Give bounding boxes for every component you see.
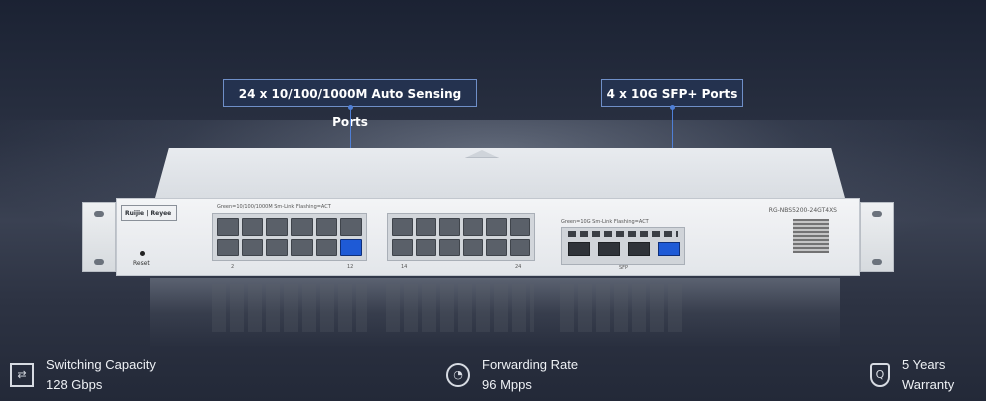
- rj45-led-legend: Green=10/100/1000M Sm-Link Flashing=ACT: [217, 204, 331, 210]
- rj45-port: [509, 238, 530, 256]
- rj45-port: [439, 218, 460, 236]
- feature-title: Switching Capacity: [46, 357, 156, 372]
- rj45-ports-callout: 24 x 10/100/1000M Auto Sensing Ports: [223, 79, 477, 129]
- rj45-port: [486, 238, 507, 256]
- rj45-port: [486, 218, 507, 236]
- rj45-port-highlighted: [340, 238, 362, 256]
- rj45-port: [415, 218, 436, 236]
- rj45-port: [217, 218, 239, 236]
- sfp-port-group: [561, 227, 685, 265]
- lid-marker: [465, 150, 499, 158]
- switching-icon: ⇄: [10, 363, 34, 387]
- feature-value: Warranty: [902, 377, 955, 392]
- rj45-port: [315, 238, 338, 256]
- shield-icon: Q: [870, 363, 890, 387]
- sfp-ports-callout-label: 4 x 10G SFP+ Ports: [606, 87, 738, 101]
- reset-label: Reset: [133, 260, 150, 267]
- speedometer-icon: ◔: [446, 363, 470, 387]
- reflection-ports: [560, 284, 684, 332]
- reset-button: [140, 251, 145, 256]
- feature-title: Forwarding Rate: [482, 357, 579, 372]
- feature-value: 96 Mpps: [482, 377, 532, 392]
- rj45-port: [241, 218, 264, 236]
- rj45-port: [290, 238, 313, 256]
- sfp-led-row: [568, 231, 678, 237]
- ear-hole: [94, 259, 104, 265]
- rj45-port: [266, 238, 288, 256]
- rj45-port: [415, 238, 436, 256]
- port-number-label: 2: [231, 264, 235, 270]
- rj45-port: [290, 218, 313, 236]
- left-rack-ear: [82, 202, 116, 272]
- rj45-port: [462, 218, 483, 236]
- rj45-port: [241, 238, 264, 256]
- rj45-port-group-left: [212, 213, 367, 261]
- switch-top-cover: [155, 148, 845, 198]
- reflection-ports: [386, 284, 534, 332]
- rj45-port: [315, 218, 338, 236]
- sfp-port: [628, 242, 650, 256]
- rj45-callout-dot: [348, 105, 353, 110]
- right-rack-ear: [860, 202, 894, 272]
- rj45-port: [439, 238, 460, 256]
- port-number-label: 24: [515, 264, 522, 270]
- reflection-ports: [212, 284, 367, 332]
- qr-code: [793, 219, 829, 253]
- ear-hole: [94, 211, 104, 217]
- feature-switching-capacity: ⇄ Switching Capacity 128 Gbps: [10, 355, 156, 395]
- feature-value: 128 Gbps: [46, 377, 103, 392]
- sfp-port: [598, 242, 620, 256]
- sfp-port: [568, 242, 590, 256]
- sfp-ports-callout: 4 x 10G SFP+ Ports: [601, 79, 743, 107]
- sfp-label: SFP: [619, 265, 629, 271]
- feature-title: 5 Years: [902, 357, 946, 372]
- rj45-port: [462, 238, 483, 256]
- rj45-port: [217, 238, 239, 256]
- port-number-label: 14: [401, 264, 408, 270]
- feature-warranty: Q 5 Years Warranty: [870, 355, 954, 395]
- model-label: RG-NBS5200-24GT4XS: [768, 207, 837, 214]
- sfp-led-legend: Green=10G Sm-Link Flashing=ACT: [561, 219, 649, 225]
- feature-forwarding-rate: ◔ Forwarding Rate 96 Mpps: [446, 355, 578, 395]
- rj45-port: [392, 238, 413, 256]
- port-number-label: 12: [347, 264, 354, 270]
- sfp-port-highlighted: [658, 242, 680, 256]
- rj45-port: [266, 218, 288, 236]
- rj45-port: [392, 218, 413, 236]
- ear-hole: [872, 259, 882, 265]
- switch-front-panel: Ruijie | Reyee Reset Green=10/100/1000M …: [116, 198, 860, 276]
- rj45-port: [340, 218, 362, 236]
- ear-hole: [872, 211, 882, 217]
- brand-logo: Ruijie | Reyee: [121, 205, 177, 221]
- rj45-port-group-right: [387, 213, 535, 261]
- rj45-port: [509, 218, 530, 236]
- sfp-callout-dot: [670, 105, 675, 110]
